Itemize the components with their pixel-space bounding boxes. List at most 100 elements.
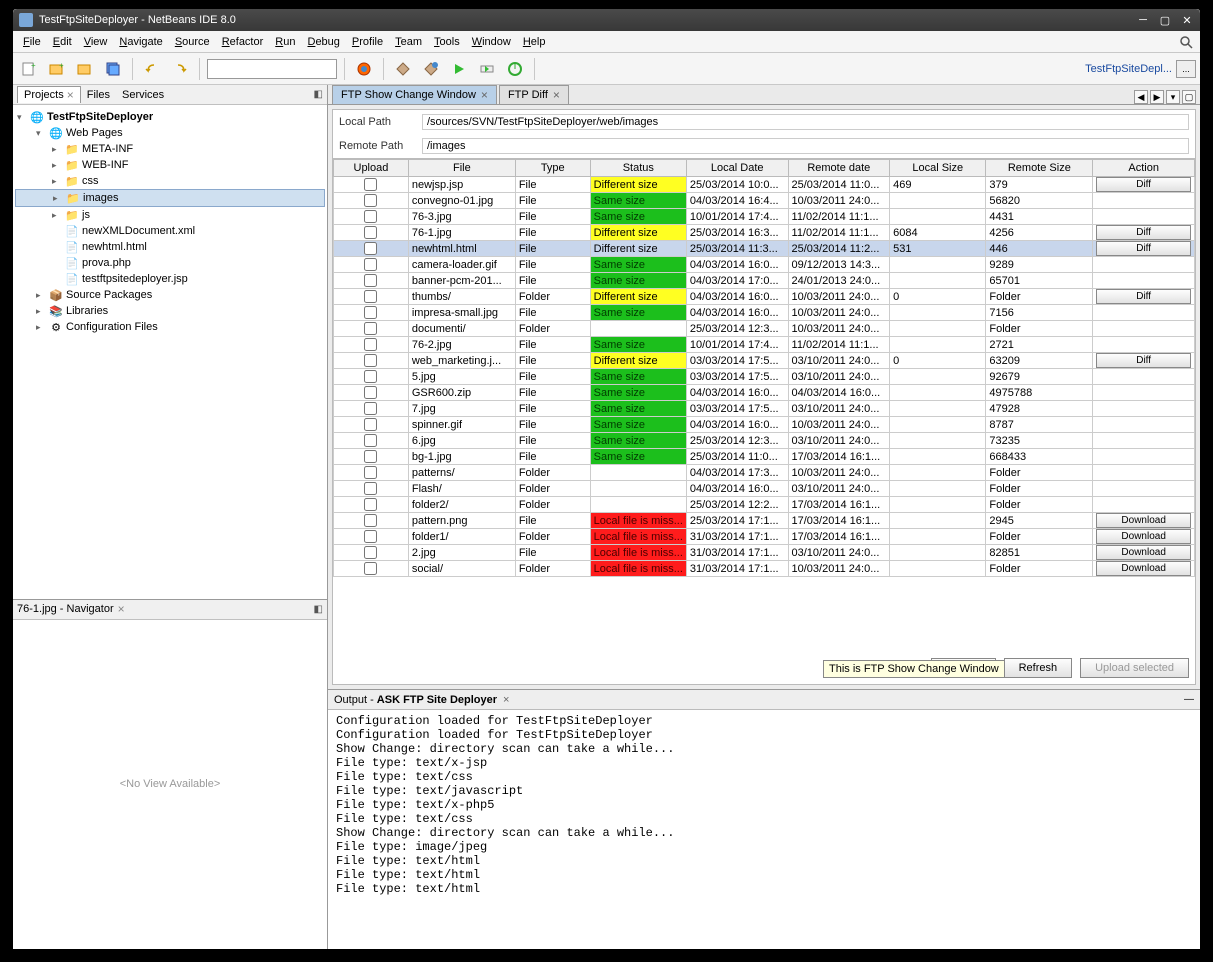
upload-selected-button[interactable]: Upload selected xyxy=(1080,658,1189,678)
column-header[interactable]: Local Size xyxy=(890,160,986,177)
editor-tab[interactable]: FTP Show Change Window× xyxy=(332,85,497,104)
upload-checkbox[interactable] xyxy=(364,514,377,527)
tree-item[interactable]: ▸📚Libraries xyxy=(15,303,325,319)
tree-item[interactable]: 📄testftpsitedeployer.jsp xyxy=(15,271,325,287)
upload-checkbox[interactable] xyxy=(364,386,377,399)
tab-prev-button[interactable]: ◀ xyxy=(1134,90,1148,104)
dock-icon[interactable]: ◧ xyxy=(314,89,323,100)
column-header[interactable]: File xyxy=(408,160,515,177)
menu-profile[interactable]: Profile xyxy=(346,34,389,50)
column-header[interactable]: Type xyxy=(515,160,590,177)
column-header[interactable]: Remote date xyxy=(788,160,890,177)
titlebar[interactable]: TestFtpSiteDeployer - NetBeans IDE 8.0 ─… xyxy=(13,9,1200,31)
minimize-button[interactable]: ─ xyxy=(1136,13,1150,27)
upload-checkbox[interactable] xyxy=(364,290,377,303)
upload-checkbox[interactable] xyxy=(364,306,377,319)
action-button[interactable]: Download xyxy=(1096,513,1191,528)
upload-checkbox[interactable] xyxy=(364,354,377,367)
column-header[interactable]: Status xyxy=(590,160,686,177)
table-row[interactable]: convegno-01.jpgFileSame size04/03/2014 1… xyxy=(334,193,1195,209)
config-combo[interactable] xyxy=(207,59,337,79)
action-button[interactable]: Diff xyxy=(1096,177,1191,192)
menu-source[interactable]: Source xyxy=(169,34,216,50)
action-button[interactable]: Download xyxy=(1096,529,1191,544)
column-header[interactable]: Upload xyxy=(334,160,409,177)
tree-item[interactable]: ▸⚙Configuration Files xyxy=(15,319,325,335)
upload-checkbox[interactable] xyxy=(364,370,377,383)
table-row[interactable]: bg-1.jpgFileSame size25/03/2014 11:0...1… xyxy=(334,449,1195,465)
output-minimize-icon[interactable]: — xyxy=(1184,694,1194,705)
upload-checkbox[interactable] xyxy=(364,210,377,223)
table-row[interactable]: GSR600.zipFileSame size04/03/2014 16:0..… xyxy=(334,385,1195,401)
upload-checkbox[interactable] xyxy=(364,466,377,479)
table-row[interactable]: banner-pcm-201...FileSame size04/03/2014… xyxy=(334,273,1195,289)
upload-checkbox[interactable] xyxy=(364,194,377,207)
tab-max-button[interactable]: ▢ xyxy=(1182,90,1196,104)
menu-debug[interactable]: Debug xyxy=(301,34,345,50)
action-button[interactable]: Diff xyxy=(1096,289,1191,304)
action-button[interactable]: Download xyxy=(1096,545,1191,560)
left-tab-projects[interactable]: Projects × xyxy=(17,86,81,103)
tree-item[interactable]: 📄prova.php xyxy=(15,255,325,271)
upload-checkbox[interactable] xyxy=(364,418,377,431)
tree-item[interactable]: 📄newXMLDocument.xml xyxy=(15,223,325,239)
tab-next-button[interactable]: ▶ xyxy=(1150,90,1164,104)
navigator-dock-icon[interactable]: ◧ xyxy=(314,604,323,615)
redo-button[interactable] xyxy=(168,57,192,81)
upload-checkbox[interactable] xyxy=(364,258,377,271)
debug-button[interactable] xyxy=(475,57,499,81)
action-button[interactable]: Diff xyxy=(1096,353,1191,368)
open-project-button[interactable] xyxy=(73,57,97,81)
menu-help[interactable]: Help xyxy=(517,34,552,50)
menu-navigate[interactable]: Navigate xyxy=(113,34,168,50)
column-header[interactable]: Remote Size xyxy=(986,160,1093,177)
table-row[interactable]: 6.jpgFileSame size25/03/2014 12:3...03/1… xyxy=(334,433,1195,449)
maximize-button[interactable]: ▢ xyxy=(1158,13,1172,27)
close-button[interactable]: ✕ xyxy=(1180,13,1194,27)
menu-file[interactable]: File xyxy=(17,34,47,50)
table-row[interactable]: Flash/Folder04/03/2014 16:0...03/10/2011… xyxy=(334,481,1195,497)
table-row[interactable]: social/FolderLocal file is miss...31/03/… xyxy=(334,561,1195,577)
tree-root[interactable]: ▾🌐TestFtpSiteDeployer xyxy=(15,109,325,125)
menu-view[interactable]: View xyxy=(78,34,114,50)
left-tab-services[interactable]: Services xyxy=(116,88,170,102)
table-row[interactable]: spinner.gifFileSame size04/03/2014 16:0.… xyxy=(334,417,1195,433)
table-row[interactable]: documenti/Folder25/03/2014 12:3...10/03/… xyxy=(334,321,1195,337)
upload-checkbox[interactable] xyxy=(364,498,377,511)
tab-list-button[interactable]: ▾ xyxy=(1166,90,1180,104)
table-row[interactable]: thumbs/FolderDifferent size04/03/2014 16… xyxy=(334,289,1195,305)
output-body[interactable]: Configuration loaded for TestFtpSiteDepl… xyxy=(328,710,1200,949)
menu-tools[interactable]: Tools xyxy=(428,34,466,50)
upload-checkbox[interactable] xyxy=(364,226,377,239)
table-row[interactable]: 5.jpgFileSame size03/03/2014 17:5...03/1… xyxy=(334,369,1195,385)
upload-checkbox[interactable] xyxy=(364,338,377,351)
upload-checkbox[interactable] xyxy=(364,402,377,415)
browser-icon[interactable] xyxy=(352,57,376,81)
table-row[interactable]: web_marketing.j...FileDifferent size03/0… xyxy=(334,353,1195,369)
action-button[interactable]: Diff xyxy=(1096,225,1191,240)
table-row[interactable]: camera-loader.gifFileSame size04/03/2014… xyxy=(334,257,1195,273)
menu-refactor[interactable]: Refactor xyxy=(216,34,270,50)
table-row[interactable]: 7.jpgFileSame size03/03/2014 17:5...03/1… xyxy=(334,401,1195,417)
upload-checkbox[interactable] xyxy=(364,242,377,255)
build-button[interactable] xyxy=(391,57,415,81)
tree-item[interactable]: ▸📁js xyxy=(15,207,325,223)
project-tree[interactable]: ▾🌐TestFtpSiteDeployer▾🌐Web Pages▸📁META-I… xyxy=(13,105,327,600)
upload-checkbox[interactable] xyxy=(364,482,377,495)
undo-button[interactable] xyxy=(140,57,164,81)
output-close[interactable]: × xyxy=(503,694,509,706)
table-row[interactable]: 76-2.jpgFileSame size10/01/2014 17:4...1… xyxy=(334,337,1195,353)
upload-checkbox[interactable] xyxy=(364,450,377,463)
table-row[interactable]: 2.jpgFileLocal file is miss...31/03/2014… xyxy=(334,545,1195,561)
menu-edit[interactable]: Edit xyxy=(47,34,78,50)
change-table[interactable]: UploadFileTypeStatusLocal DateRemote dat… xyxy=(333,159,1195,577)
upload-checkbox[interactable] xyxy=(364,322,377,335)
new-file-button[interactable]: + xyxy=(17,57,41,81)
table-row[interactable]: patterns/Folder04/03/2014 17:3...10/03/2… xyxy=(334,465,1195,481)
upload-checkbox[interactable] xyxy=(364,530,377,543)
table-row[interactable]: 76-3.jpgFileSame size10/01/2014 17:4...1… xyxy=(334,209,1195,225)
tree-item[interactable]: ▸📦Source Packages xyxy=(15,287,325,303)
upload-checkbox[interactable] xyxy=(364,434,377,447)
upload-checkbox[interactable] xyxy=(364,274,377,287)
upload-checkbox[interactable] xyxy=(364,546,377,559)
